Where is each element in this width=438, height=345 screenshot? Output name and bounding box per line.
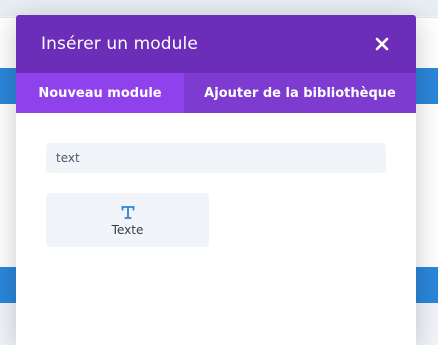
- close-button[interactable]: [373, 35, 391, 53]
- insert-module-modal: Insérer un module Nouveau module Ajouter…: [16, 15, 416, 345]
- tab-add-from-library[interactable]: Ajouter de la bibliothèque: [184, 73, 416, 113]
- module-search-input[interactable]: [46, 143, 386, 173]
- module-item-label: Texte: [111, 223, 144, 237]
- tab-new-module[interactable]: Nouveau module: [16, 73, 184, 113]
- modal-title: Insérer un module: [41, 34, 198, 54]
- modal-tabs: Nouveau module Ajouter de la bibliothèqu…: [16, 73, 416, 113]
- text-icon: [121, 206, 134, 219]
- background-card: [0, 0, 438, 16]
- modal-header: Insérer un module: [16, 15, 416, 73]
- module-item-text[interactable]: Texte: [46, 193, 209, 247]
- close-icon: [375, 37, 389, 51]
- modal-body: Texte: [16, 113, 416, 247]
- module-list: Texte: [46, 193, 386, 247]
